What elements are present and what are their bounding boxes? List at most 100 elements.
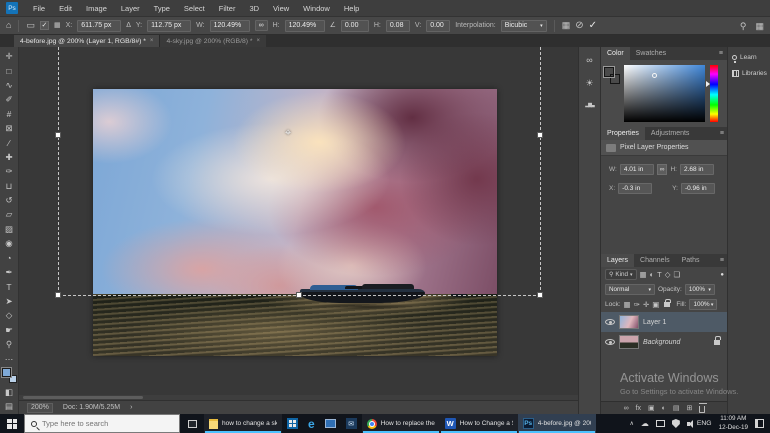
transform-handle-left[interactable]: [55, 132, 61, 138]
pen-tool-icon[interactable]: ✒: [1, 265, 18, 279]
security-shield-icon[interactable]: [671, 419, 680, 428]
commit-transform-icon[interactable]: ✓: [589, 21, 597, 31]
transform-handle-bottom-center[interactable]: [296, 292, 302, 298]
onedrive-cloud-icon[interactable]: ☁: [641, 419, 649, 428]
delete-layer-icon[interactable]: [698, 403, 707, 413]
width-scale-field[interactable]: 120.49%: [209, 19, 250, 32]
quick-selection-tool-icon[interactable]: ✐: [1, 92, 18, 106]
link-layers-icon[interactable]: ∞: [624, 405, 629, 412]
tab-color[interactable]: Color: [601, 47, 630, 60]
prop-height-field[interactable]: 2.68 in: [679, 164, 714, 175]
clock[interactable]: 11:09 AM 12-Dec-19: [719, 415, 748, 431]
foreground-color-swatch[interactable]: [604, 67, 614, 77]
shape-tool-icon[interactable]: ◇: [1, 309, 18, 323]
lock-image-pixels-icon[interactable]: ✑: [634, 300, 640, 309]
zoom-tool-icon[interactable]: ⚲: [1, 337, 18, 351]
filter-pixel-layers-icon[interactable]: ▦: [640, 270, 647, 279]
transform-marquee-right[interactable]: [540, 47, 541, 295]
menu-view[interactable]: View: [266, 4, 296, 13]
prop-width-field[interactable]: 4.01 in: [619, 164, 654, 175]
learn-panel-button[interactable]: Learn: [732, 54, 768, 63]
blur-tool-icon[interactable]: ◉: [1, 236, 18, 250]
lock-position-icon[interactable]: ✛: [643, 300, 649, 309]
taskbar-app-monitor[interactable]: [320, 414, 341, 433]
tab-channels[interactable]: Channels: [634, 254, 676, 267]
y-position-field[interactable]: 112.75 px: [147, 19, 192, 32]
volume-icon[interactable]: [686, 419, 693, 428]
layer-thumbnail[interactable]: [619, 335, 639, 349]
tab-swatches[interactable]: Swatches: [630, 47, 672, 60]
close-tab-icon[interactable]: ×: [257, 38, 261, 44]
foreground-swatch[interactable]: [1, 368, 11, 378]
clone-source-panel-icon[interactable]: ∞: [586, 55, 592, 65]
link-dimensions-icon[interactable]: ∞: [656, 164, 668, 175]
quick-mask-mode-icon[interactable]: ◧: [1, 385, 18, 399]
status-chevron-icon[interactable]: ›: [130, 404, 132, 411]
adjustments-panel-icon[interactable]: ☀: [585, 78, 593, 89]
taskbar-app-mail[interactable]: ✉: [341, 414, 362, 433]
kind-filter-select[interactable]: ⚲ Kind ▾: [605, 269, 637, 280]
opacity-select[interactable]: 100% ▾: [684, 284, 715, 295]
new-layer-icon[interactable]: ⊞: [687, 404, 693, 412]
rectangular-marquee-tool-icon[interactable]: □: [1, 63, 18, 77]
screen-mode-icon[interactable]: ▤: [1, 400, 18, 414]
tab-paths[interactable]: Paths: [676, 254, 706, 267]
filter-shape-layers-icon[interactable]: ◇: [665, 270, 671, 279]
hue-slider-marker[interactable]: [706, 81, 710, 87]
filter-adjustment-layers-icon[interactable]: ◐: [650, 270, 655, 279]
brush-tool-icon[interactable]: ✑: [1, 164, 18, 178]
language-indicator[interactable]: ENG: [697, 420, 712, 427]
filter-type-layers-icon[interactable]: T: [657, 270, 662, 279]
workspace-switcher-icon[interactable]: ▦: [755, 21, 764, 31]
height-scale-field[interactable]: 120.49%: [284, 19, 325, 32]
search-input[interactable]: [42, 419, 162, 428]
cancel-transform-icon[interactable]: ⊘: [575, 21, 583, 31]
type-tool-icon[interactable]: T: [1, 280, 18, 294]
filter-smart-objects-icon[interactable]: ❏: [674, 270, 681, 279]
document-tab-inactive[interactable]: 4-sky.jpg @ 200% (RGB/8) * ×: [159, 35, 267, 47]
taskbar-app-store[interactable]: [282, 414, 303, 433]
libraries-panel-button[interactable]: Libraries: [732, 70, 768, 77]
layer-style-icon[interactable]: fx: [636, 405, 641, 412]
tab-layers[interactable]: Layers: [601, 254, 635, 267]
close-tab-icon[interactable]: ×: [150, 38, 154, 44]
clone-stamp-tool-icon[interactable]: ⊔: [1, 179, 18, 193]
taskbar-search-box[interactable]: [24, 414, 180, 433]
menu-help[interactable]: Help: [337, 4, 366, 13]
rotate-field[interactable]: 0.00: [340, 19, 369, 32]
visibility-eye-icon[interactable]: [605, 339, 615, 345]
taskbar-app-word[interactable]: WHow to Change a S...: [439, 414, 518, 433]
edit-toolbar-icon[interactable]: ⋯: [1, 352, 18, 366]
taskbar-app-edge[interactable]: e: [303, 414, 320, 433]
spot-healing-brush-tool-icon[interactable]: ✚: [1, 150, 18, 164]
crop-tool-icon[interactable]: #: [1, 107, 18, 121]
lock-artboard-icon[interactable]: ▣: [652, 300, 659, 309]
path-selection-tool-icon[interactable]: ➤: [1, 294, 18, 308]
frame-tool-icon[interactable]: ⊠: [1, 121, 18, 135]
document-tab-active[interactable]: 4-before.jpg @ 200% (Layer 1, RGB/8#) * …: [14, 35, 160, 47]
new-group-icon[interactable]: ▤: [673, 404, 680, 412]
color-marker[interactable]: [652, 73, 657, 78]
tab-properties[interactable]: Properties: [601, 127, 645, 140]
relative-positioning-toggle[interactable]: Δ: [126, 21, 131, 30]
visibility-eye-icon[interactable]: [605, 319, 615, 325]
history-brush-tool-icon[interactable]: ↺: [1, 193, 18, 207]
document-image[interactable]: [93, 89, 497, 356]
warp-mode-toggle-icon[interactable]: ▦: [562, 21, 571, 30]
panel-menu-icon[interactable]: ≡: [719, 47, 727, 60]
filter-toggle-icon[interactable]: ●: [720, 272, 724, 278]
zoom-level-field[interactable]: 200%: [27, 402, 53, 413]
tray-chevron-up-icon[interactable]: ∧: [629, 420, 633, 427]
transform-handle-bottom-left[interactable]: [55, 292, 61, 298]
taskbar-app-photoshop[interactable]: Ps4-before.jpg @ 200...: [517, 414, 596, 433]
lock-all-icon[interactable]: [664, 298, 671, 307]
reference-point-checkbox[interactable]: ✓: [39, 21, 49, 30]
canvas-area[interactable]: ⌖ 200% Doc: 1.90M/5.25M ›: [19, 47, 578, 414]
prop-y-field[interactable]: -0.96 in: [680, 183, 715, 194]
menu-window[interactable]: Window: [296, 4, 337, 13]
blend-mode-select[interactable]: Normal ▾: [605, 284, 655, 295]
adjustment-layer-icon[interactable]: ◐: [662, 405, 666, 412]
menu-3d[interactable]: 3D: [242, 4, 266, 13]
x-position-field[interactable]: 611.75 px: [77, 19, 122, 32]
hand-tool-icon[interactable]: ☛: [1, 323, 18, 337]
